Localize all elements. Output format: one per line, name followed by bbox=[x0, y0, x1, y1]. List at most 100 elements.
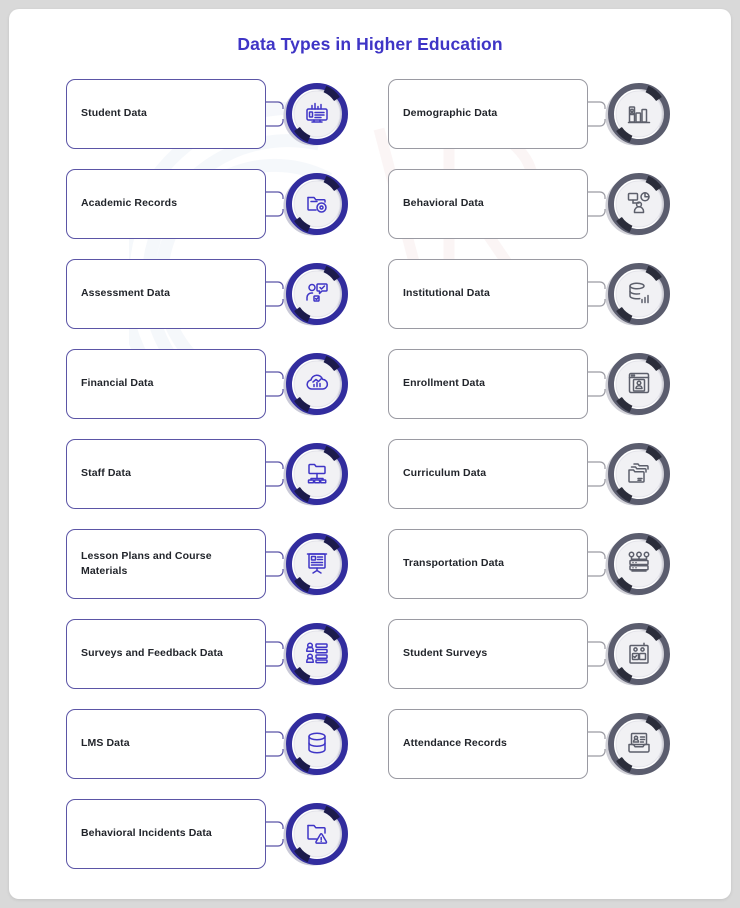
card-connector bbox=[266, 371, 284, 397]
people-list-icon bbox=[279, 618, 351, 690]
list-item[interactable]: Academic Records bbox=[66, 169, 382, 239]
infographic-page: Data Types in Higher Education Student D… bbox=[9, 9, 731, 899]
left-column: Student Data Academic Records Assessment… bbox=[66, 79, 382, 869]
icon-ring bbox=[279, 708, 351, 780]
person-checkmark-chat-icon bbox=[279, 258, 351, 330]
icon-ring bbox=[601, 348, 673, 420]
data-type-card[interactable]: LMS Data bbox=[66, 709, 266, 779]
data-type-card[interactable]: Student Surveys bbox=[388, 619, 588, 689]
list-item[interactable]: LMS Data bbox=[66, 709, 382, 779]
icon-ring bbox=[279, 528, 351, 600]
data-type-card[interactable]: Behavioral Data bbox=[388, 169, 588, 239]
icon-ring bbox=[279, 798, 351, 870]
list-item[interactable]: Assessment Data bbox=[66, 259, 382, 329]
list-item[interactable]: Behavioral Incidents Data bbox=[66, 799, 382, 869]
data-type-label: Transportation Data bbox=[403, 557, 505, 570]
network-server-icon bbox=[601, 528, 673, 600]
data-type-label: Financial Data bbox=[81, 377, 154, 390]
database-icon bbox=[279, 708, 351, 780]
data-type-label: Staff Data bbox=[81, 467, 132, 480]
icon-ring bbox=[279, 258, 351, 330]
icon-ring bbox=[279, 618, 351, 690]
data-type-card[interactable]: Student Data bbox=[66, 79, 266, 149]
list-item[interactable]: Curriculum Data bbox=[388, 439, 704, 509]
columns-container: Student Data Academic Records Assessment… bbox=[9, 79, 731, 869]
list-item[interactable]: Enrollment Data bbox=[388, 349, 704, 419]
data-type-card[interactable]: Behavioral Incidents Data bbox=[66, 799, 266, 869]
data-type-label: Behavioral Data bbox=[403, 197, 484, 210]
data-type-card[interactable]: Lesson Plans and Course Materials bbox=[66, 529, 266, 599]
data-type-card[interactable]: Assessment Data bbox=[66, 259, 266, 329]
card-connector bbox=[588, 371, 606, 397]
list-item[interactable]: Student Data bbox=[66, 79, 382, 149]
list-item[interactable]: Institutional Data bbox=[388, 259, 704, 329]
icon-ring bbox=[601, 168, 673, 240]
icon-ring bbox=[601, 528, 673, 600]
icon-ring bbox=[601, 258, 673, 330]
data-type-label: LMS Data bbox=[81, 737, 130, 750]
data-type-label: Student Data bbox=[81, 107, 147, 120]
folder-record-icon bbox=[279, 168, 351, 240]
data-type-card[interactable]: Attendance Records bbox=[388, 709, 588, 779]
card-connector bbox=[588, 281, 606, 307]
card-connector bbox=[266, 461, 284, 487]
card-connector bbox=[588, 731, 606, 757]
icon-ring bbox=[601, 708, 673, 780]
card-connector bbox=[588, 461, 606, 487]
card-connector bbox=[266, 281, 284, 307]
list-item[interactable]: Lesson Plans and Course Materials bbox=[66, 529, 382, 599]
data-type-label: Attendance Records bbox=[403, 737, 507, 750]
data-type-label: Student Surveys bbox=[403, 647, 488, 660]
data-type-label: Curriculum Data bbox=[403, 467, 487, 480]
monitor-chart-id-icon bbox=[279, 78, 351, 150]
icon-ring bbox=[279, 348, 351, 420]
card-connector bbox=[266, 551, 284, 577]
cloud-chart-icon bbox=[279, 348, 351, 420]
list-item[interactable]: Demographic Data bbox=[388, 79, 704, 149]
list-item[interactable]: Transportation Data bbox=[388, 529, 704, 599]
presentation-board-icon bbox=[279, 528, 351, 600]
card-connector bbox=[588, 641, 606, 667]
database-bars-icon bbox=[601, 258, 673, 330]
data-type-label: Assessment Data bbox=[81, 287, 171, 300]
browser-form-icon bbox=[601, 348, 673, 420]
data-type-label: Surveys and Feedback Data bbox=[81, 647, 223, 660]
data-type-label: Institutional Data bbox=[403, 287, 490, 300]
icon-ring bbox=[279, 438, 351, 510]
data-type-card[interactable]: Demographic Data bbox=[388, 79, 588, 149]
card-connector bbox=[266, 101, 284, 127]
icon-ring bbox=[601, 438, 673, 510]
data-type-card[interactable]: Academic Records bbox=[66, 169, 266, 239]
list-item[interactable]: Surveys and Feedback Data bbox=[66, 619, 382, 689]
data-type-card[interactable]: Enrollment Data bbox=[388, 349, 588, 419]
card-connector bbox=[266, 191, 284, 217]
data-type-label: Enrollment Data bbox=[403, 377, 486, 390]
data-type-label: Behavioral Incidents Data bbox=[81, 827, 212, 840]
card-connector bbox=[266, 731, 284, 757]
card-connector bbox=[588, 551, 606, 577]
icon-ring bbox=[279, 78, 351, 150]
right-column: Demographic Data Behavioral Data Institu… bbox=[388, 79, 704, 869]
person-screen-pie-icon bbox=[601, 168, 673, 240]
bar-chart-person-icon bbox=[601, 78, 673, 150]
data-type-card[interactable]: Institutional Data bbox=[388, 259, 588, 329]
folder-alert-icon bbox=[279, 798, 351, 870]
data-type-card[interactable]: Curriculum Data bbox=[388, 439, 588, 509]
data-type-card[interactable]: Staff Data bbox=[66, 439, 266, 509]
page-title: Data Types in Higher Education bbox=[237, 34, 503, 54]
list-item[interactable]: Attendance Records bbox=[388, 709, 704, 779]
card-connector bbox=[588, 191, 606, 217]
data-type-label: Academic Records bbox=[81, 197, 178, 210]
list-item[interactable]: Staff Data bbox=[66, 439, 382, 509]
data-type-card[interactable]: Financial Data bbox=[66, 349, 266, 419]
card-connector bbox=[266, 821, 284, 847]
icon-ring bbox=[601, 618, 673, 690]
data-type-card[interactable]: Surveys and Feedback Data bbox=[66, 619, 266, 689]
list-item[interactable]: Behavioral Data bbox=[388, 169, 704, 239]
data-type-card[interactable]: Transportation Data bbox=[388, 529, 588, 599]
list-item[interactable]: Student Surveys bbox=[388, 619, 704, 689]
clipboard-checklist-icon bbox=[601, 618, 673, 690]
card-tray-icon bbox=[601, 708, 673, 780]
list-item[interactable]: Financial Data bbox=[66, 349, 382, 419]
icon-ring bbox=[601, 78, 673, 150]
